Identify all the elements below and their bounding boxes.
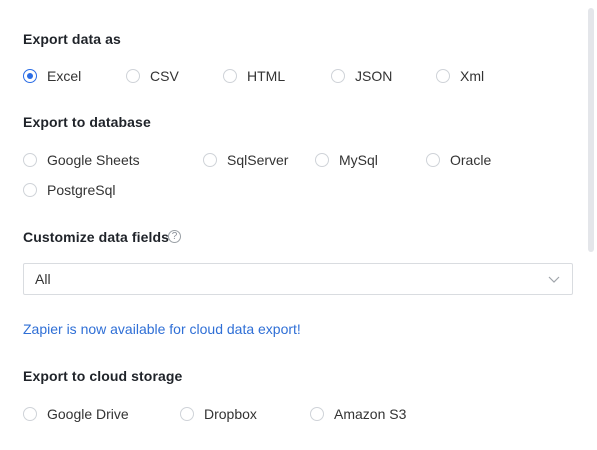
radio-excel[interactable]: Excel xyxy=(23,66,81,86)
export-data-title: Export data as xyxy=(23,31,121,47)
radio-circle-icon xyxy=(126,69,140,83)
radio-postgresql[interactable]: PostgreSql xyxy=(23,180,115,200)
customize-fields-title: Customize data fields xyxy=(23,229,170,245)
radio-json[interactable]: JSON xyxy=(331,66,392,86)
radio-label: Xml xyxy=(460,68,485,84)
radio-label: Amazon S3 xyxy=(334,406,407,422)
radio-sqlserver[interactable]: SqlServer xyxy=(203,150,288,170)
zapier-link[interactable]: Zapier is now available for cloud data e… xyxy=(23,321,301,337)
radio-circle-icon xyxy=(331,69,345,83)
export-database-title: Export to database xyxy=(23,114,151,130)
radio-label: JSON xyxy=(355,68,393,84)
radio-circle-icon xyxy=(203,153,217,167)
radio-mysql[interactable]: MySql xyxy=(315,150,378,170)
radio-label: SqlServer xyxy=(227,152,289,168)
radio-xml[interactable]: Xml xyxy=(436,66,484,86)
radio-circle-icon xyxy=(23,153,37,167)
radio-label: MySql xyxy=(339,152,378,168)
radio-dropbox[interactable]: Dropbox xyxy=(180,404,257,424)
radio-circle-icon xyxy=(315,153,329,167)
radio-label: Oracle xyxy=(450,152,492,168)
radio-amazon-s3[interactable]: Amazon S3 xyxy=(310,404,406,424)
radio-circle-icon xyxy=(436,69,450,83)
select-value: All xyxy=(35,271,51,287)
radio-label: Google Sheets xyxy=(47,152,140,168)
radio-label: Excel xyxy=(47,68,82,84)
data-fields-select[interactable]: All xyxy=(23,263,573,295)
radio-google-drive[interactable]: Google Drive xyxy=(23,404,129,424)
radio-label: HTML xyxy=(247,68,286,84)
export-panel: Export data as Excel CSV HTML JSON Xml E… xyxy=(0,0,585,450)
scrollbar-thumb[interactable] xyxy=(588,8,594,252)
radio-circle-icon xyxy=(223,69,237,83)
radio-oracle[interactable]: Oracle xyxy=(426,150,491,170)
radio-html[interactable]: HTML xyxy=(223,66,285,86)
radio-circle-icon xyxy=(23,407,37,421)
radio-circle-icon xyxy=(23,183,37,197)
radio-label: PostgreSql xyxy=(47,182,116,198)
radio-circle-icon xyxy=(23,69,37,83)
radio-circle-icon xyxy=(180,407,194,421)
radio-google-sheets[interactable]: Google Sheets xyxy=(23,150,140,170)
question-circle-icon[interactable]: ? xyxy=(168,230,181,243)
radio-label: Dropbox xyxy=(204,406,257,422)
radio-label: Google Drive xyxy=(47,406,129,422)
radio-csv[interactable]: CSV xyxy=(126,66,179,86)
radio-circle-icon xyxy=(426,153,440,167)
chevron-down-icon xyxy=(548,276,560,283)
radio-label: CSV xyxy=(150,68,179,84)
export-cloud-title: Export to cloud storage xyxy=(23,368,183,384)
radio-circle-icon xyxy=(310,407,324,421)
scrollbar-track[interactable] xyxy=(585,0,597,450)
